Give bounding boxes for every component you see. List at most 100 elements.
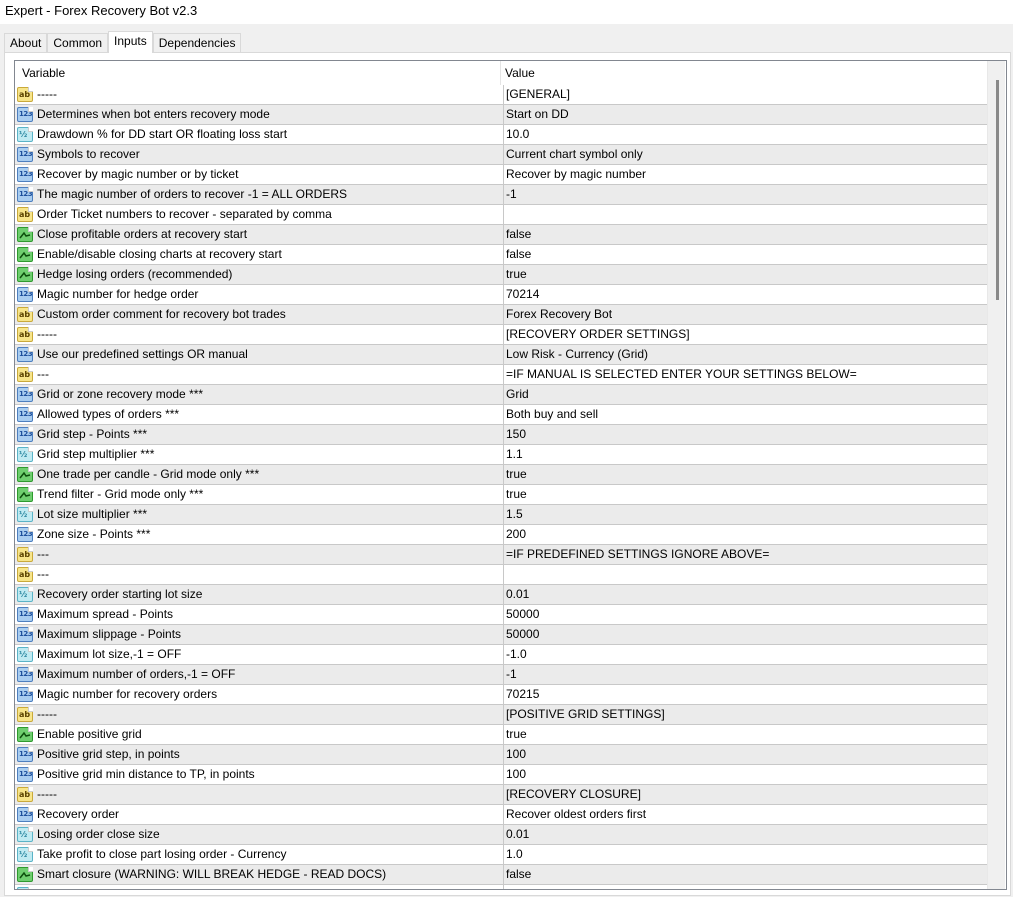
table-row[interactable]: Hedge losing orders (recommended) true	[15, 265, 987, 285]
boolean-toggle-icon-glyph	[17, 467, 33, 482]
variable-name: -----	[37, 327, 57, 341]
column-header-variable[interactable]: Variable	[22, 61, 65, 85]
variable-value[interactable]: =IF MANUAL IS SELECTED ENTER YOUR SETTIN…	[503, 365, 986, 384]
integer-123-icon-glyph: 123	[17, 747, 33, 762]
variable-name: Recover by magic number or by ticket	[37, 167, 239, 181]
vertical-scrollbar[interactable]	[987, 61, 1005, 889]
variable-value[interactable]: true	[503, 465, 986, 484]
table-row[interactable]: ab ----- [RECOVERY CLOSURE]	[15, 785, 987, 805]
tab-common[interactable]: Common	[47, 33, 109, 53]
table-row[interactable]: ½ Grid step multiplier *** 1.1	[15, 445, 987, 465]
table-row[interactable]: ½ Maximum lot size,-1 = OFF -1.0	[15, 645, 987, 665]
variable-value[interactable]: 1.0	[503, 845, 986, 864]
variable-value[interactable]: 0.01	[503, 825, 986, 844]
table-row[interactable]: ½ Losing order close size 0.01	[15, 825, 987, 845]
table-row[interactable]: ½ Take profit to close part losing order …	[15, 845, 987, 865]
variable-value[interactable]: true	[503, 725, 986, 744]
variable-value[interactable]: Current chart symbol only	[503, 145, 986, 164]
table-row[interactable]: 123 Grid step - Points *** 150	[15, 425, 987, 445]
table-row[interactable]: ab ----- [GENERAL]	[15, 85, 987, 105]
table-row[interactable]: ½	[15, 885, 987, 889]
table-row[interactable]: Enable positive grid true	[15, 725, 987, 745]
variable-value[interactable]	[503, 885, 986, 889]
icon-fold-corner	[28, 647, 33, 652]
table-row[interactable]: 123 Symbols to recover Current chart symbo…	[15, 145, 987, 165]
table-row[interactable]: ab --- =IF MANUAL IS SELECTED ENTER YOUR S…	[15, 365, 987, 385]
table-row[interactable]: 123 Magic number for recovery orders 70215	[15, 685, 987, 705]
variable-value[interactable]: Both buy and sell	[503, 405, 986, 424]
table-row[interactable]: Smart closure (WARNING: WILL BREAK HEDGE…	[15, 865, 987, 885]
table-row[interactable]: ½ Drawdown % for DD start OR floating los…	[15, 125, 987, 145]
variable-value[interactable]: Grid	[503, 385, 986, 404]
icon-fold-corner	[28, 327, 33, 332]
variable-value[interactable]: -1	[503, 665, 986, 684]
variable-value[interactable]: 150	[503, 425, 986, 444]
variable-value[interactable]: true	[503, 485, 986, 504]
variable-value[interactable]: 70215	[503, 685, 986, 704]
variable-value[interactable]: true	[503, 265, 986, 284]
variable-value[interactable]: false	[503, 245, 986, 264]
table-row[interactable]: 123 Positive grid step, in points 100	[15, 745, 987, 765]
table-row[interactable]: 123 Allowed types of orders *** Both buy a…	[15, 405, 987, 425]
table-row[interactable]: Trend filter - Grid mode only *** true	[15, 485, 987, 505]
variable-value[interactable]	[503, 205, 986, 224]
variable-value[interactable]: 1.5	[503, 505, 986, 524]
column-divider[interactable]	[500, 61, 501, 85]
variable-value[interactable]: 10.0	[503, 125, 986, 144]
variable-value[interactable]: false	[503, 225, 986, 244]
table-row[interactable]: Close profitable orders at recovery star…	[15, 225, 987, 245]
variable-value[interactable]: [POSITIVE GRID SETTINGS]	[503, 705, 986, 724]
variable-value[interactable]: [GENERAL]	[503, 85, 986, 104]
table-row[interactable]: ½ Recovery order starting lot size 0.01	[15, 585, 987, 605]
table-row[interactable]: ab --- =IF PREDEFINED SETTINGS IGNORE ABOV…	[15, 545, 987, 565]
table-row[interactable]: 123 Positive grid min distance to TP, in …	[15, 765, 987, 785]
table-row[interactable]: 123 Maximum number of orders,-1 = OFF -1	[15, 665, 987, 685]
table-row[interactable]: 123 Grid or zone recovery mode *** Grid	[15, 385, 987, 405]
table-row[interactable]: 123 Use our predefined settings OR manual…	[15, 345, 987, 365]
variable-value[interactable]: Forex Recovery Bot	[503, 305, 986, 324]
variable-value[interactable]: -1.0	[503, 645, 986, 664]
table-row[interactable]: ab ---	[15, 565, 987, 585]
variable-value[interactable]: 50000	[503, 605, 986, 624]
table-row[interactable]: ab Custom order comment for recovery bot …	[15, 305, 987, 325]
variable-value[interactable]: Recover oldest orders first	[503, 805, 986, 824]
scrollbar-thumb[interactable]	[996, 80, 999, 300]
tab-dependencies[interactable]: Dependencies	[152, 33, 242, 53]
variable-value[interactable]: Recover by magic number	[503, 165, 986, 184]
column-header-value[interactable]: Value	[505, 61, 535, 85]
tab-about[interactable]: About	[4, 33, 48, 53]
table-row[interactable]: ½ Lot size multiplier *** 1.5	[15, 505, 987, 525]
table-row[interactable]: Enable/disable closing charts at recover…	[15, 245, 987, 265]
variable-value[interactable]: [RECOVERY CLOSURE]	[503, 785, 986, 804]
variable-value[interactable]: 50000	[503, 625, 986, 644]
variable-value[interactable]: -1	[503, 185, 986, 204]
tab-inputs[interactable]: Inputs	[108, 31, 153, 53]
table-row[interactable]: One trade per candle - Grid mode only **…	[15, 465, 987, 485]
variable-value[interactable]: =IF PREDEFINED SETTINGS IGNORE ABOVE=	[503, 545, 986, 564]
variable-value[interactable]: 70214	[503, 285, 986, 304]
variable-value[interactable]: 100	[503, 745, 986, 764]
double-half-icon: ½	[17, 827, 33, 842]
table-row[interactable]: 123 Maximum spread - Points 50000	[15, 605, 987, 625]
variable-value[interactable]: 0.01	[503, 585, 986, 604]
variable-value[interactable]	[503, 565, 986, 584]
variable-value[interactable]: [RECOVERY ORDER SETTINGS]	[503, 325, 986, 344]
table-row[interactable]: 123 Zone size - Points *** 200	[15, 525, 987, 545]
variable-value[interactable]: 100	[503, 765, 986, 784]
variable-value[interactable]: Low Risk - Currency (Grid)	[503, 345, 986, 364]
table-row[interactable]: 123 Magic number for hedge order 70214	[15, 285, 987, 305]
table-row[interactable]: 123 Determines when bot enters recovery m…	[15, 105, 987, 125]
table-row[interactable]: 123 Maximum slippage - Points 50000	[15, 625, 987, 645]
table-row[interactable]: 123 Recover by magic number or by ticket R…	[15, 165, 987, 185]
table-row[interactable]: ab ----- [POSITIVE GRID SETTINGS]	[15, 705, 987, 725]
table-row[interactable]: ab ----- [RECOVERY ORDER SETTINGS]	[15, 325, 987, 345]
table-row[interactable]: ab Order Ticket numbers to recover - sepa…	[15, 205, 987, 225]
variable-value[interactable]: 200	[503, 525, 986, 544]
variable-value[interactable]: Start on DD	[503, 105, 986, 124]
variable-value[interactable]: 1.1	[503, 445, 986, 464]
string-ab-icon-glyph: ab	[17, 547, 33, 562]
table-row[interactable]: 123 The magic number of orders to recover…	[15, 185, 987, 205]
table-row[interactable]: 123 Recovery order Recover oldest orders f…	[15, 805, 987, 825]
variable-value[interactable]: false	[503, 865, 986, 884]
variable-name: -----	[37, 787, 57, 801]
